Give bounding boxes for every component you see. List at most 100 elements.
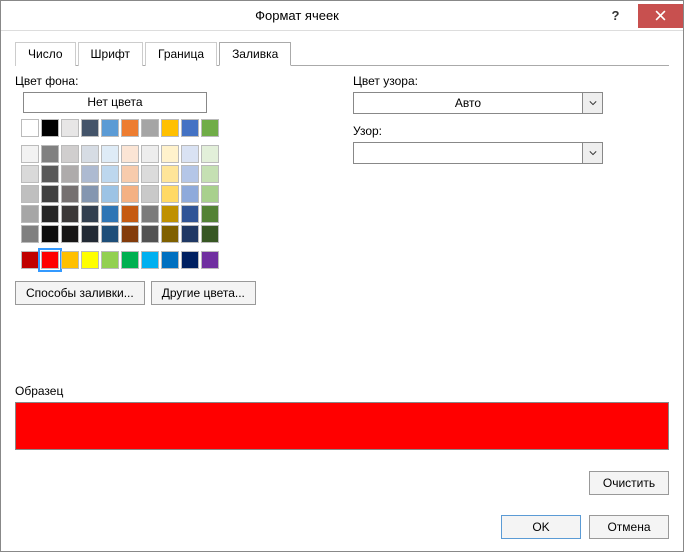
- color-swatch[interactable]: [161, 145, 179, 163]
- ok-button[interactable]: OK: [501, 515, 581, 539]
- color-swatch[interactable]: [21, 205, 39, 223]
- color-swatch[interactable]: [81, 119, 99, 137]
- color-swatch[interactable]: [21, 119, 39, 137]
- color-swatch[interactable]: [161, 225, 179, 243]
- color-swatch[interactable]: [41, 165, 59, 183]
- color-swatch[interactable]: [121, 205, 139, 223]
- color-swatch[interactable]: [81, 251, 99, 269]
- color-swatch[interactable]: [41, 225, 59, 243]
- color-swatch[interactable]: [61, 251, 79, 269]
- footer-row: OK Отмена: [501, 515, 669, 539]
- color-swatch[interactable]: [101, 251, 119, 269]
- color-swatch[interactable]: [21, 185, 39, 203]
- theme-colors-grid: [21, 145, 325, 243]
- color-swatch[interactable]: [161, 165, 179, 183]
- color-swatch[interactable]: [201, 185, 219, 203]
- clear-button[interactable]: Очистить: [589, 471, 669, 495]
- color-swatch[interactable]: [101, 185, 119, 203]
- color-swatch[interactable]: [61, 165, 79, 183]
- pattern-style-combo[interactable]: [353, 142, 603, 164]
- color-swatch[interactable]: [81, 165, 99, 183]
- color-swatch[interactable]: [201, 165, 219, 183]
- format-cells-dialog: Формат ячеек ? Число Шрифт Граница Залив…: [0, 0, 684, 552]
- color-swatch[interactable]: [161, 119, 179, 137]
- close-button[interactable]: [638, 4, 683, 28]
- pattern-section: Цвет узора: Авто Узор:: [325, 74, 669, 354]
- help-button[interactable]: ?: [593, 4, 638, 28]
- fill-buttons-row: Способы заливки... Другие цвета...: [15, 281, 325, 305]
- color-swatch[interactable]: [181, 165, 199, 183]
- pattern-color-label: Цвет узора:: [353, 74, 669, 88]
- color-swatch[interactable]: [141, 251, 159, 269]
- color-swatch[interactable]: [141, 165, 159, 183]
- color-swatch[interactable]: [61, 205, 79, 223]
- color-swatch[interactable]: [61, 185, 79, 203]
- color-swatch[interactable]: [141, 185, 159, 203]
- pattern-style-label: Узор:: [353, 124, 669, 138]
- color-swatch[interactable]: [21, 251, 39, 269]
- titlebar: Формат ячеек ?: [1, 1, 683, 31]
- color-swatch[interactable]: [161, 205, 179, 223]
- color-swatch[interactable]: [181, 185, 199, 203]
- color-swatch[interactable]: [201, 251, 219, 269]
- color-swatch[interactable]: [201, 145, 219, 163]
- color-swatch[interactable]: [201, 205, 219, 223]
- dialog-title: Формат ячеек: [1, 8, 593, 23]
- theme-colors-row: [21, 119, 325, 137]
- color-swatch[interactable]: [181, 119, 199, 137]
- tab-number[interactable]: Число: [15, 42, 76, 66]
- color-swatch[interactable]: [61, 145, 79, 163]
- color-swatch[interactable]: [81, 185, 99, 203]
- color-swatch[interactable]: [121, 119, 139, 137]
- color-swatch[interactable]: [121, 165, 139, 183]
- color-swatch[interactable]: [41, 185, 59, 203]
- color-swatch[interactable]: [21, 225, 39, 243]
- color-swatch[interactable]: [101, 145, 119, 163]
- pattern-color-combo[interactable]: Авто: [353, 92, 603, 114]
- color-swatch[interactable]: [81, 225, 99, 243]
- color-swatch[interactable]: [41, 205, 59, 223]
- more-colors-button[interactable]: Другие цвета...: [151, 281, 256, 305]
- color-swatch[interactable]: [21, 145, 39, 163]
- color-swatch[interactable]: [121, 185, 139, 203]
- color-swatch[interactable]: [41, 119, 59, 137]
- color-swatch[interactable]: [141, 119, 159, 137]
- no-color-button[interactable]: Нет цвета: [23, 92, 207, 113]
- color-swatch[interactable]: [41, 145, 59, 163]
- color-swatch[interactable]: [181, 251, 199, 269]
- color-swatch[interactable]: [81, 205, 99, 223]
- color-swatch[interactable]: [141, 145, 159, 163]
- fill-effects-button[interactable]: Способы заливки...: [15, 281, 145, 305]
- color-swatch[interactable]: [121, 145, 139, 163]
- color-swatch[interactable]: [181, 145, 199, 163]
- tab-font[interactable]: Шрифт: [78, 42, 143, 66]
- color-swatch[interactable]: [21, 165, 39, 183]
- color-swatch[interactable]: [61, 119, 79, 137]
- color-swatch[interactable]: [121, 225, 139, 243]
- color-swatch[interactable]: [161, 251, 179, 269]
- color-swatch[interactable]: [41, 251, 59, 269]
- bg-color-section: Цвет фона: Нет цвета Способы заливки... …: [15, 74, 325, 354]
- color-swatch[interactable]: [141, 205, 159, 223]
- color-swatch[interactable]: [181, 225, 199, 243]
- cancel-button[interactable]: Отмена: [589, 515, 669, 539]
- color-swatch[interactable]: [101, 119, 119, 137]
- standard-colors-row: [21, 251, 325, 269]
- color-swatch[interactable]: [141, 225, 159, 243]
- tab-border[interactable]: Граница: [145, 42, 217, 66]
- color-swatch[interactable]: [101, 165, 119, 183]
- color-swatch[interactable]: [101, 205, 119, 223]
- color-palette: [21, 119, 325, 269]
- bg-color-label: Цвет фона:: [15, 74, 325, 88]
- preview-box: [15, 402, 669, 450]
- color-swatch[interactable]: [201, 119, 219, 137]
- color-swatch[interactable]: [101, 225, 119, 243]
- color-swatch[interactable]: [161, 185, 179, 203]
- color-swatch[interactable]: [201, 225, 219, 243]
- color-swatch[interactable]: [81, 145, 99, 163]
- color-swatch[interactable]: [181, 205, 199, 223]
- color-swatch[interactable]: [61, 225, 79, 243]
- tab-fill[interactable]: Заливка: [219, 42, 291, 66]
- color-swatch[interactable]: [121, 251, 139, 269]
- chevron-down-icon: [582, 143, 602, 163]
